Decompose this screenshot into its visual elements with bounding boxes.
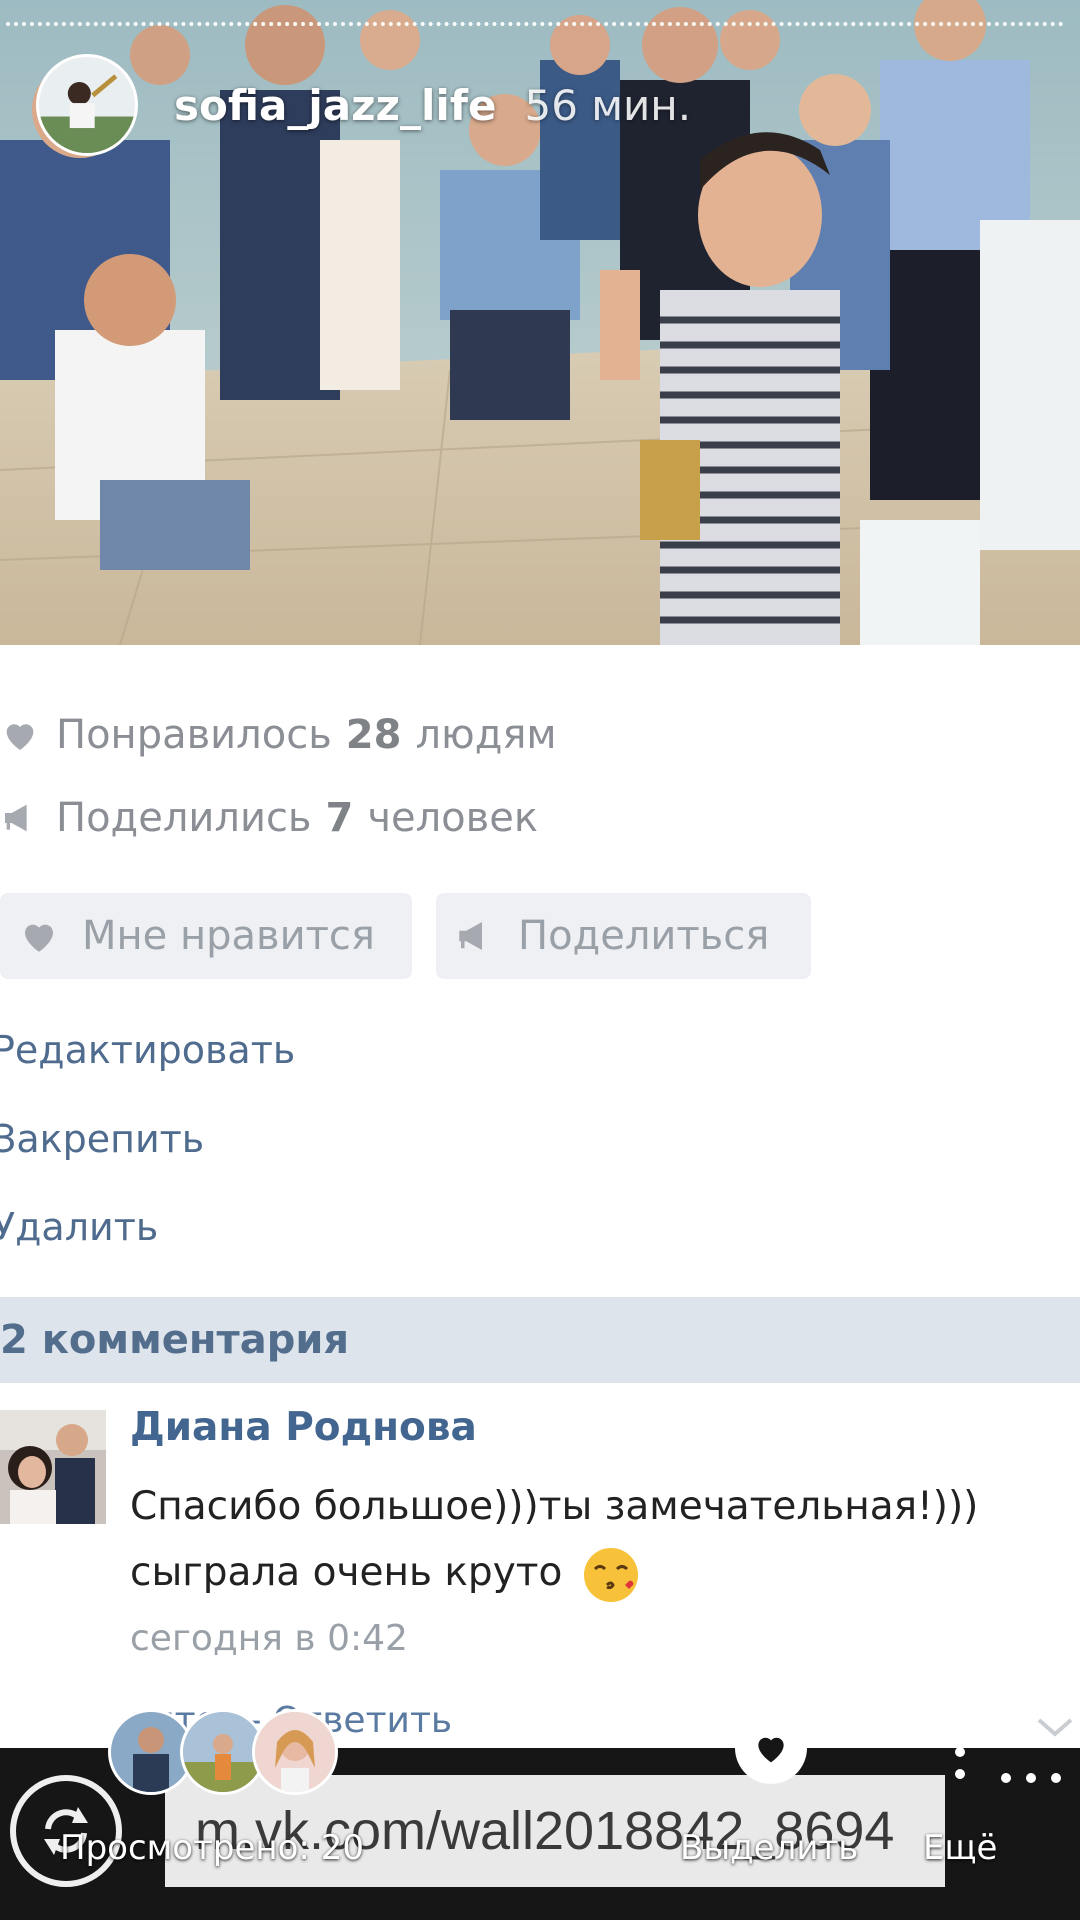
chevron-down-icon[interactable] bbox=[1035, 1712, 1075, 1742]
like-button-label: Мне нравится bbox=[82, 913, 375, 959]
edit-link[interactable]: Редактировать bbox=[0, 1028, 295, 1072]
likes-stat[interactable]: Понравилось 28 людям bbox=[0, 712, 557, 758]
megaphone-icon bbox=[459, 922, 482, 950]
heart-icon bbox=[6, 724, 34, 750]
share-button-label: Поделиться bbox=[518, 913, 770, 959]
like-button[interactable]: Мне нравится bbox=[0, 893, 412, 979]
kiss-emoji-icon bbox=[583, 1547, 638, 1602]
comment-text-line2: сыграла очень круто bbox=[130, 1550, 563, 1595]
comments-header: 2 комментария bbox=[0, 1297, 1080, 1383]
more-label[interactable]: Ещё bbox=[923, 1828, 997, 1868]
heart-icon bbox=[758, 1737, 784, 1763]
comment-text: Спасибо большое)))ты замечательная!))) с… bbox=[130, 1474, 1070, 1606]
comment-text-line2-wrap: сыграла очень круто bbox=[130, 1540, 1070, 1606]
likes-prefix: Понравилось bbox=[56, 712, 332, 758]
shares-suffix: человек bbox=[367, 795, 538, 841]
heart-icon bbox=[25, 924, 53, 952]
views-count[interactable]: Просмотрено: 20 bbox=[60, 1828, 364, 1868]
pin-link[interactable]: Закрепить bbox=[0, 1117, 204, 1161]
comment-avatar[interactable] bbox=[0, 1410, 106, 1524]
shares-stat[interactable]: Поделились 7 человек bbox=[0, 795, 538, 841]
highlight-button[interactable] bbox=[735, 1712, 807, 1784]
shares-prefix: Поделились bbox=[56, 795, 312, 841]
viewer-avatars[interactable] bbox=[108, 1709, 338, 1795]
comment-author[interactable]: Диана Роднова bbox=[130, 1405, 477, 1450]
story-username[interactable]: sofia_jazz_life bbox=[174, 81, 497, 130]
comment-date: сегодня в 0:42 bbox=[130, 1618, 408, 1659]
user-avatar[interactable] bbox=[36, 54, 138, 156]
megaphone-icon bbox=[5, 804, 27, 832]
story-time: 56 мин. bbox=[524, 80, 692, 130]
more-vertical-icon[interactable] bbox=[950, 1722, 970, 1782]
story-progress-bar bbox=[6, 22, 1064, 26]
viewer-avatar bbox=[252, 1709, 338, 1795]
likes-count: 28 bbox=[345, 712, 402, 758]
more-horizontal-icon[interactable] bbox=[998, 1768, 1064, 1788]
story-header: sofia_jazz_life 56 мин. bbox=[36, 54, 692, 156]
highlight-label[interactable]: Выделить bbox=[680, 1828, 858, 1868]
comment-text-line1: Спасибо большое)))ты замечательная!))) bbox=[130, 1484, 979, 1529]
likes-suffix: людям bbox=[415, 712, 557, 758]
shares-count: 7 bbox=[325, 795, 354, 841]
delete-link[interactable]: Удалить bbox=[0, 1205, 158, 1249]
comments-count: 2 комментария bbox=[0, 1317, 350, 1363]
share-button[interactable]: Поделиться bbox=[436, 893, 811, 979]
